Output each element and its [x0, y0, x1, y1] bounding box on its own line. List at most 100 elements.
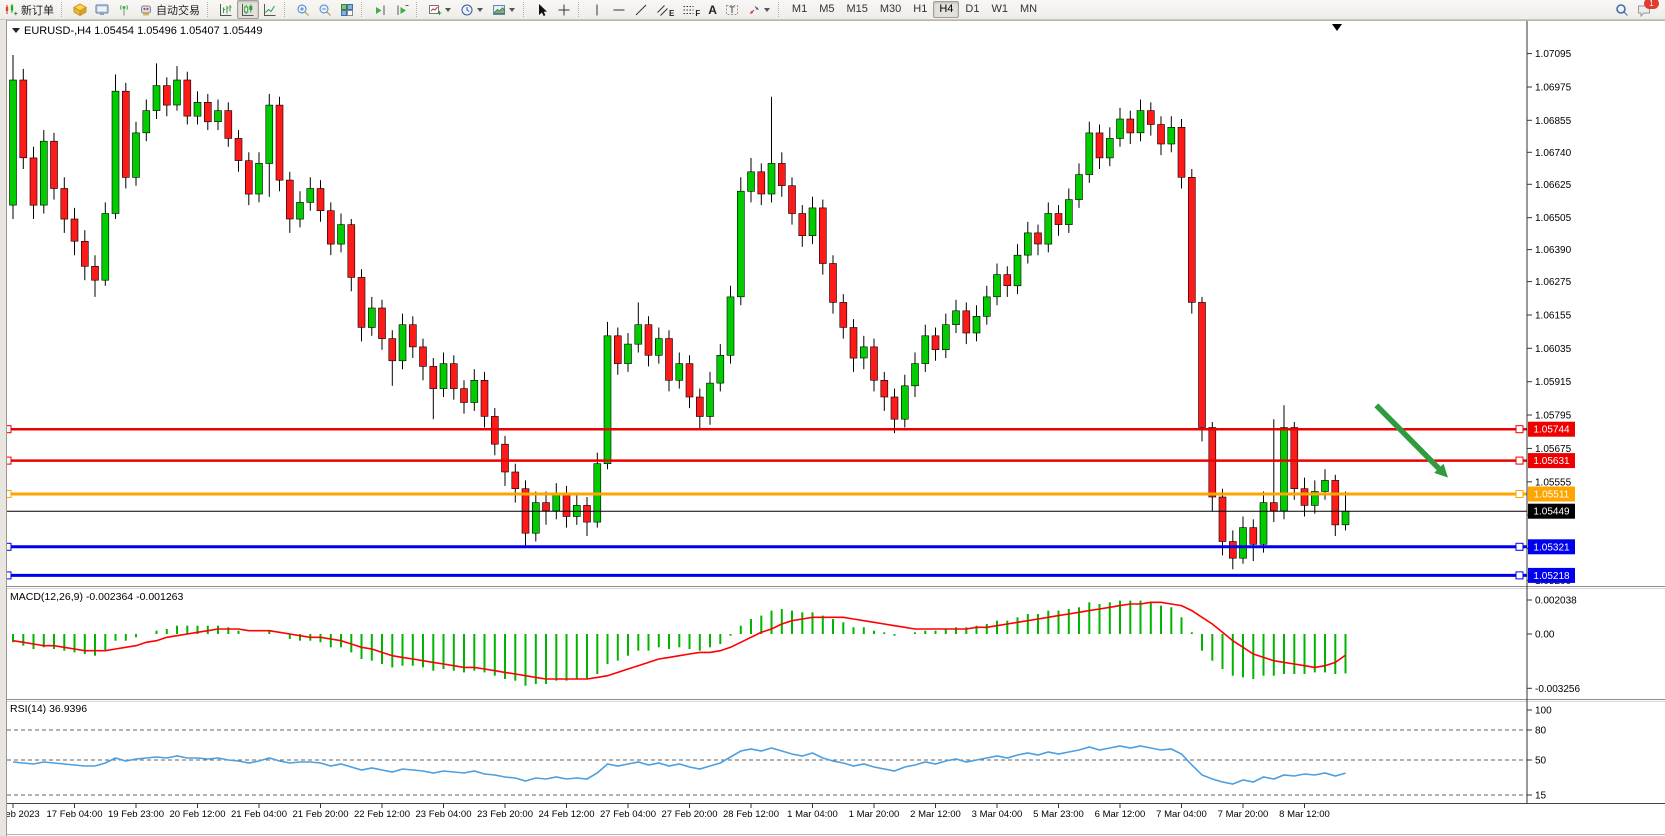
channel-tool-button[interactable]: E: [652, 0, 678, 19]
chart-candles-button[interactable]: [237, 0, 259, 19]
tab-timeframe-m15[interactable]: M15: [840, 1, 873, 18]
candle-body: [901, 386, 908, 419]
annotation-arrow[interactable]: [1376, 405, 1439, 468]
vertical-line-tool-button[interactable]: [586, 0, 608, 19]
macd-indicator-title: MACD(12,26,9) -0.002364 -0.001263: [10, 591, 183, 603]
candle-body: [1209, 428, 1216, 498]
price-tick-label: 1.06855: [1535, 116, 1572, 127]
auto-trading-label: 自动交易: [156, 2, 200, 18]
cursor-arrow-icon: [535, 3, 549, 17]
search-button[interactable]: [1611, 0, 1633, 19]
candle-body: [789, 186, 796, 214]
candle-body: [122, 91, 129, 177]
candle-body: [891, 397, 898, 419]
line-anchor[interactable]: [1516, 572, 1523, 579]
date-tick-label: 23 Feb 04:00: [416, 809, 472, 820]
candle-body: [10, 80, 17, 205]
tab-timeframe-h1[interactable]: H1: [907, 1, 933, 18]
period-button[interactable]: [456, 0, 488, 19]
dropdown-caret-icon: [764, 8, 770, 15]
toolbar-separator: [361, 2, 366, 17]
price-label-text: 1.05449: [1533, 507, 1570, 518]
date-tick-label: 17 Feb 04:00: [47, 809, 103, 820]
market-watch-button[interactable]: [69, 0, 91, 19]
tab-timeframe-h4[interactable]: H4: [933, 1, 959, 18]
price-tick-label: 1.06275: [1535, 277, 1572, 288]
date-tick-label: 6 Mar 12:00: [1095, 809, 1146, 820]
price-label-text: 1.05218: [1533, 571, 1570, 582]
auto-trading-button[interactable]: 自动交易: [135, 0, 204, 19]
candle-body: [819, 208, 826, 264]
chart-line-button[interactable]: [259, 0, 281, 19]
text-tool-button[interactable]: A: [704, 0, 721, 19]
dropdown-caret-icon: [445, 8, 451, 15]
horizontal-line-tool-button[interactable]: [608, 0, 630, 19]
chart-title-text: EURUSD-,H4 1.05454 1.05496 1.05407 1.054…: [24, 25, 263, 37]
tab-timeframe-m5[interactable]: M5: [813, 1, 840, 18]
dropdown-caret-icon: [477, 8, 483, 15]
candle-body: [61, 189, 68, 220]
candle-body: [840, 302, 847, 327]
text-label-tool-button[interactable]: T: [721, 0, 743, 19]
cursor-button[interactable]: [531, 0, 553, 19]
trendline-tool-button[interactable]: [630, 0, 652, 19]
text-tool-glyph: A: [708, 3, 717, 17]
chart-bars-button[interactable]: [215, 0, 237, 19]
candle-body: [809, 208, 816, 236]
candle-body: [1106, 138, 1113, 158]
chart-shift-button[interactable]: [391, 0, 413, 19]
line-anchor[interactable]: [1516, 426, 1523, 433]
zoom-in-icon: [296, 3, 310, 17]
candle-body: [40, 141, 47, 205]
rsi-scale-label: 100: [1535, 706, 1552, 717]
toolbar-separator: [578, 2, 583, 17]
candle-body: [1117, 119, 1124, 139]
candle-body: [30, 158, 37, 205]
line-anchor[interactable]: [1516, 491, 1523, 498]
terminal-button[interactable]: [91, 0, 113, 19]
date-tick-label: 19 Feb 23:00: [108, 809, 164, 820]
zoom-out-button[interactable]: [314, 0, 336, 19]
candle-body: [20, 80, 27, 158]
candle-body: [204, 102, 211, 122]
tab-timeframe-m1[interactable]: M1: [786, 1, 813, 18]
tab-timeframe-d1[interactable]: D1: [959, 1, 985, 18]
line-anchor[interactable]: [1516, 543, 1523, 550]
tab-timeframe-mn[interactable]: MN: [1014, 1, 1043, 18]
new-order-button[interactable]: 新订单: [0, 0, 58, 19]
date-tick-label: 3 Mar 04:00: [972, 809, 1023, 820]
shapes-tool-button[interactable]: [743, 0, 775, 19]
chevron-down-icon: [12, 28, 20, 37]
crosshair-button[interactable]: [553, 0, 575, 19]
candle-body: [707, 383, 714, 416]
candle-body: [1301, 489, 1308, 506]
tab-timeframe-w1[interactable]: W1: [985, 1, 1014, 18]
tab-timeframe-m30[interactable]: M30: [874, 1, 907, 18]
candle-body: [1332, 480, 1339, 525]
toolbar-separator: [523, 2, 528, 17]
line-chart-icon: [263, 3, 277, 17]
arrows-shapes-icon: [747, 3, 761, 17]
zoom-in-button[interactable]: [292, 0, 314, 19]
candle-body: [256, 163, 263, 194]
signals-button[interactable]: [113, 0, 135, 19]
date-tick-label: 27 Feb 04:00: [600, 809, 656, 820]
fibonacci-tool-button[interactable]: F: [678, 0, 704, 19]
candle-body: [973, 316, 980, 333]
signal-waves-icon: [117, 3, 131, 17]
candle-body: [1086, 133, 1093, 175]
new-chart-button[interactable]: [424, 0, 456, 19]
templates-button[interactable]: [488, 0, 520, 19]
line-anchor[interactable]: [1516, 457, 1523, 464]
auto-scroll-button[interactable]: [369, 0, 391, 19]
new-order-icon: [4, 3, 18, 17]
chart-canvas[interactable]: 1.070951.069751.068551.067401.066251.065…: [0, 0, 1665, 836]
tile-windows-button[interactable]: [336, 0, 358, 19]
macd-scale-label: 0.002038: [1535, 596, 1577, 607]
rsi-scale-label: 50: [1535, 756, 1547, 767]
notifications-button[interactable]: 1: [1633, 0, 1655, 19]
candle-body: [625, 344, 632, 364]
new-order-label: 新订单: [21, 2, 54, 18]
candle-body: [830, 264, 837, 303]
candle-body: [461, 389, 468, 403]
